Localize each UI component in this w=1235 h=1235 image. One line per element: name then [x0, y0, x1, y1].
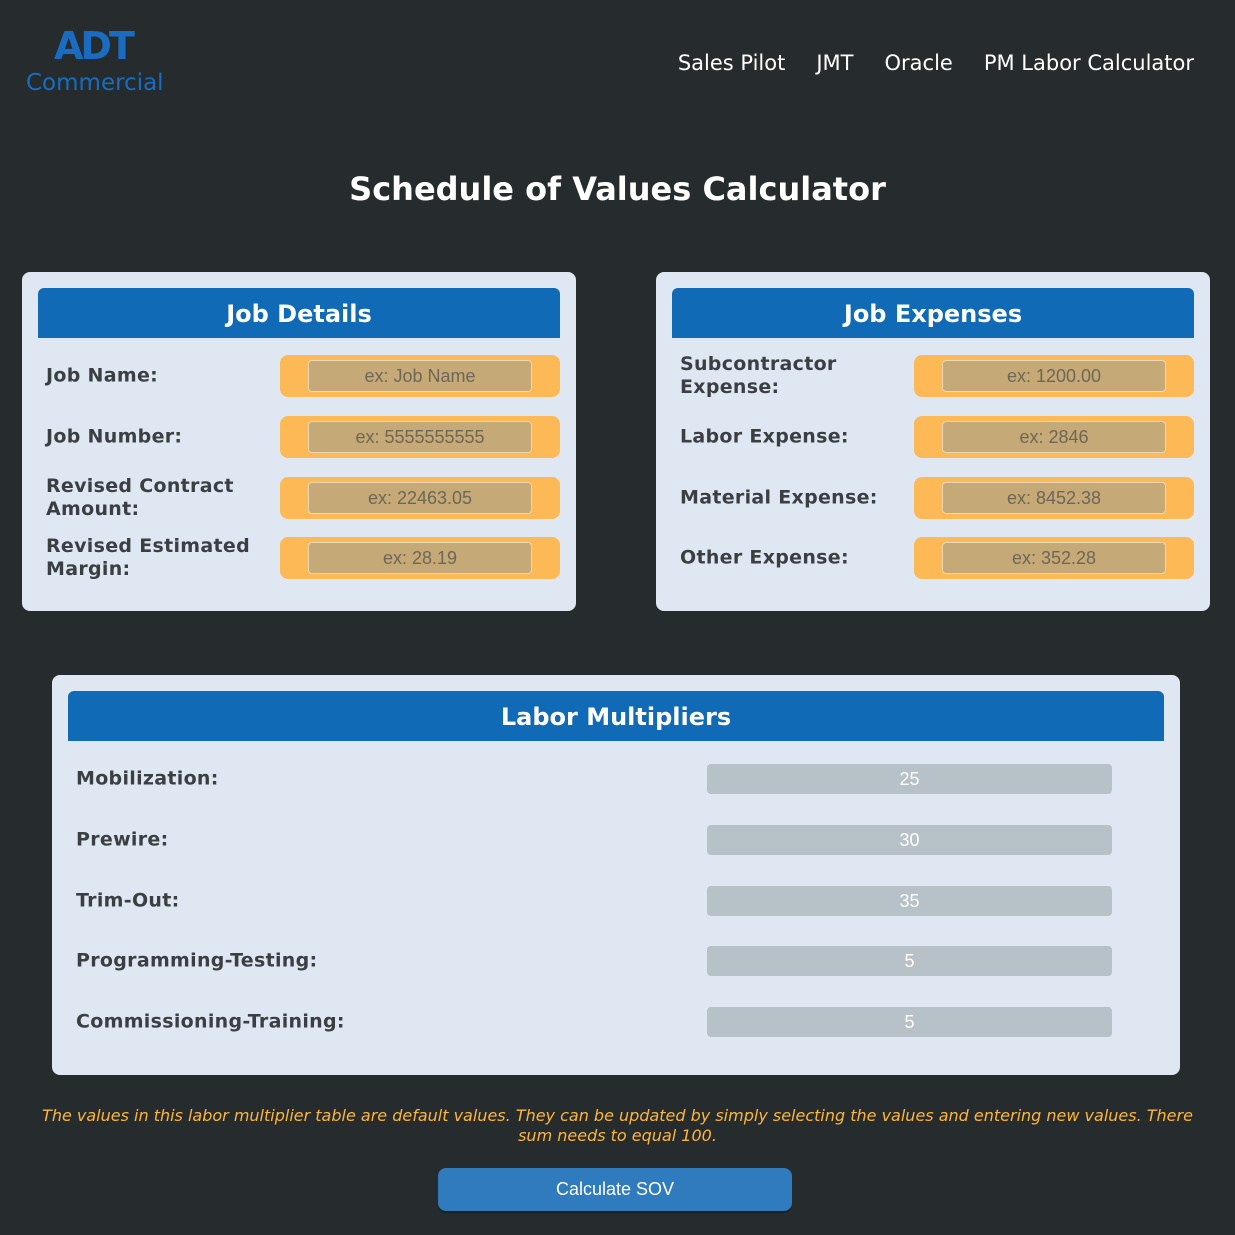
revised-estimated-margin-field-wrap — [280, 537, 560, 579]
mobilization-input[interactable] — [707, 764, 1112, 794]
other-expense-input[interactable] — [942, 542, 1166, 574]
nav-link-sales-pilot[interactable]: Sales Pilot — [678, 50, 786, 76]
job-expenses-card: Job Expenses Subcontractor Expense: Labo… — [656, 272, 1210, 611]
material-expense-row: Material Expense: — [680, 477, 1194, 519]
job-name-field-wrap — [280, 355, 560, 397]
other-expense-field-wrap — [914, 537, 1194, 579]
job-number-input[interactable] — [308, 421, 532, 453]
labor-expense-row: Labor Expense: — [680, 416, 1194, 458]
job-details-header: Job Details — [38, 288, 560, 338]
page-title: Schedule of Values Calculator — [349, 170, 886, 208]
job-number-field-wrap — [280, 416, 560, 458]
nav-link-pm-labor-calculator[interactable]: PM Labor Calculator — [984, 50, 1194, 76]
job-name-label: Job Name: — [46, 364, 159, 387]
nav-link-jmt[interactable]: JMT — [816, 50, 853, 76]
job-number-label: Job Number: — [46, 425, 183, 448]
adt-commercial-logo[interactable]: ADT Commercial — [26, 26, 166, 96]
prewire-row: Prewire: — [76, 825, 1164, 855]
prewire-input[interactable] — [707, 825, 1112, 855]
nav-link-oracle[interactable]: Oracle — [885, 50, 953, 76]
job-number-row: Job Number: — [46, 416, 560, 458]
labor-expense-label: Labor Expense: — [680, 425, 849, 448]
labor-expense-input[interactable] — [942, 421, 1166, 453]
labor-multipliers-card: Labor Multipliers Mobilization: Prewire:… — [52, 675, 1180, 1075]
programming-testing-input[interactable] — [707, 946, 1112, 976]
labor-multipliers-header: Labor Multipliers — [68, 691, 1164, 741]
revised-estimated-margin-label: Revised Estimated Margin: — [46, 535, 250, 580]
revised-contract-amount-input[interactable] — [308, 482, 532, 514]
other-expense-row: Other Expense: — [680, 537, 1194, 579]
calculate-sov-button[interactable]: Calculate SOV — [438, 1168, 792, 1211]
revised-contract-amount-row: Revised Contract Amount: — [46, 475, 560, 520]
revised-contract-amount-label: Revised Contract Amount: — [46, 475, 234, 520]
mobilization-row: Mobilization: — [76, 764, 1164, 794]
trim-out-label: Trim-Out: — [76, 889, 180, 912]
top-nav: Sales Pilot JMT Oracle PM Labor Calculat… — [678, 50, 1194, 76]
revised-estimated-margin-row: Revised Estimated Margin: — [46, 535, 560, 580]
prewire-label: Prewire: — [76, 828, 169, 851]
programming-testing-row: Programming-Testing: — [76, 946, 1164, 976]
job-expenses-header: Job Expenses — [672, 288, 1194, 338]
material-expense-label: Material Expense: — [680, 486, 878, 509]
labor-multiplier-note: The values in this labor multiplier tabl… — [42, 1106, 1193, 1145]
programming-testing-label: Programming-Testing: — [76, 949, 318, 972]
commissioning-training-label: Commissioning-Training: — [76, 1010, 345, 1033]
trim-out-input[interactable] — [707, 886, 1112, 916]
trim-out-row: Trim-Out: — [76, 886, 1164, 916]
material-expense-field-wrap — [914, 477, 1194, 519]
revised-estimated-margin-input[interactable] — [308, 542, 532, 574]
logo-mark: ADT — [54, 24, 135, 68]
logo-subtitle: Commercial — [26, 70, 164, 96]
other-expense-label: Other Expense: — [680, 546, 849, 569]
commissioning-training-row: Commissioning-Training: — [76, 1007, 1164, 1037]
revised-contract-amount-field-wrap — [280, 477, 560, 519]
job-name-row: Job Name: — [46, 355, 560, 397]
subcontractor-expense-label: Subcontractor Expense: — [680, 353, 837, 398]
subcontractor-expense-input[interactable] — [942, 360, 1166, 392]
mobilization-label: Mobilization: — [76, 767, 219, 790]
job-name-input[interactable] — [308, 360, 532, 392]
subcontractor-expense-row: Subcontractor Expense: — [680, 353, 1194, 398]
commissioning-training-input[interactable] — [707, 1007, 1112, 1037]
job-details-card: Job Details Job Name: Job Number: Revise… — [22, 272, 576, 611]
subcontractor-expense-field-wrap — [914, 355, 1194, 397]
labor-expense-field-wrap — [914, 416, 1194, 458]
material-expense-input[interactable] — [942, 482, 1166, 514]
